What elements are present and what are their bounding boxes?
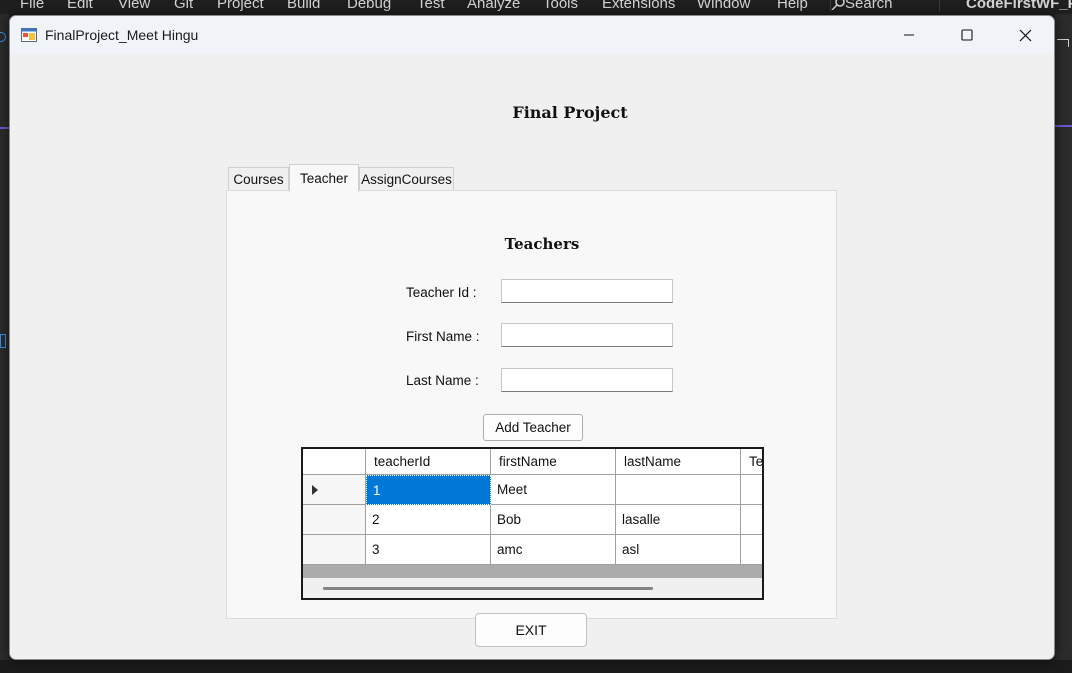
grid-cell-teacherid[interactable]: 2 <box>366 505 491 535</box>
grid-cell-firstname[interactable]: Bob <box>491 505 616 535</box>
form-title: Final Project <box>512 103 628 122</box>
close-icon <box>1019 29 1031 41</box>
ide-menu-view[interactable]: View <box>118 0 150 13</box>
last-name-label: Last Name : <box>406 373 479 388</box>
grid-cell-teacherid[interactable]: 1 <box>366 475 491 505</box>
teacher-id-input[interactable] <box>501 279 673 303</box>
ide-back-icon <box>0 32 6 42</box>
ide-menu-analyze[interactable]: Analyze <box>467 0 520 13</box>
grid-cell-lastname[interactable]: lasalle <box>616 505 741 535</box>
grid-cell-extra[interactable] <box>741 505 762 535</box>
grid-cell-extra[interactable] <box>741 535 762 565</box>
grid-cell-firstname[interactable]: amc <box>491 535 616 565</box>
window-title: FinalProject_Meet Hingu <box>45 27 199 43</box>
app-window: FinalProject_Meet Hingu Final Project Co… <box>9 15 1055 660</box>
ide-chevron-icon <box>1057 39 1069 47</box>
ide-status-bar <box>0 660 1072 673</box>
ide-menu-build[interactable]: Build <box>287 0 320 13</box>
add-teacher-button[interactable]: Add Teacher <box>483 414 583 441</box>
row-header-2[interactable] <box>303 505 366 535</box>
teacher-id-label: Teacher Id : <box>406 285 477 300</box>
ide-menu-tools[interactable]: Tools <box>543 0 578 13</box>
app-icon <box>21 28 37 42</box>
form-client-area: Final Project Courses Teacher AssignCour… <box>10 54 1054 659</box>
grid-corner-header[interactable] <box>303 449 366 475</box>
minimize-icon <box>904 34 914 36</box>
ide-menu-file[interactable]: File <box>20 0 44 13</box>
grid-cell-teacherid[interactable]: 3 <box>366 535 491 565</box>
ide-solution-name: CodeFirstWF_Pr <box>966 0 1072 12</box>
ide-menu-bar: File Edit View Git Project Build Debug T… <box>0 0 1072 14</box>
title-bar[interactable]: FinalProject_Meet Hingu <box>10 16 1054 54</box>
scrollbar-thumb[interactable] <box>323 587 653 590</box>
tab-assigncourses[interactable]: AssignCourses <box>359 167 454 191</box>
grid-cell-lastname[interactable] <box>616 475 741 505</box>
grid-cell-extra[interactable] <box>741 475 762 505</box>
maximize-button[interactable] <box>938 16 996 54</box>
row-pointer-icon <box>312 484 318 495</box>
row-header-3[interactable] <box>303 535 366 565</box>
ide-menu-git[interactable]: Git <box>174 0 193 13</box>
ide-accent-line-right <box>1055 125 1072 127</box>
ide-accent-line <box>0 127 9 129</box>
grid-cell-firstname[interactable]: Meet <box>491 475 616 505</box>
teacher-tab-panel: Teachers Teacher Id : First Name : Last … <box>226 190 837 619</box>
minimize-button[interactable] <box>880 16 938 54</box>
ide-menu-window[interactable]: Window <box>697 0 750 13</box>
column-header-teacherid[interactable]: teacherId <box>366 449 491 475</box>
close-button[interactable] <box>996 16 1054 54</box>
ide-menu-debug[interactable]: Debug <box>347 0 391 13</box>
ide-toolbox-icon <box>0 334 6 348</box>
column-header-firstname[interactable]: firstName <box>491 449 616 475</box>
ide-menu-project[interactable]: Project <box>217 0 264 13</box>
teachers-heading: Teachers <box>504 235 580 253</box>
ide-left-panel <box>0 14 9 673</box>
ide-search-box[interactable]: Search <box>830 0 940 12</box>
column-header-truncated[interactable]: Te <box>741 449 762 475</box>
row-header-1[interactable] <box>303 475 366 505</box>
grid-horizontal-scrollbar[interactable] <box>303 578 762 598</box>
exit-button[interactable]: EXIT <box>475 613 587 647</box>
tab-teacher[interactable]: Teacher <box>289 164 359 192</box>
maximize-icon <box>961 29 973 41</box>
search-icon <box>831 0 845 10</box>
last-name-input[interactable] <box>501 368 673 392</box>
first-name-input[interactable] <box>501 323 673 347</box>
tab-courses[interactable]: Courses <box>228 167 289 191</box>
ide-menu-edit[interactable]: Edit <box>67 0 93 13</box>
ide-right-panel <box>1055 14 1072 673</box>
teacher-data-grid[interactable]: teacherId firstName lastName Te 1 Meet 2… <box>301 447 764 600</box>
ide-menu-help[interactable]: Help <box>777 0 808 13</box>
first-name-label: First Name : <box>406 329 480 344</box>
column-header-lastname[interactable]: lastName <box>616 449 741 475</box>
grid-cell-lastname[interactable]: asl <box>616 535 741 565</box>
ide-menu-test[interactable]: Test <box>417 0 445 13</box>
ide-menu-extensions[interactable]: Extensions <box>602 0 675 13</box>
ide-search-label: Search <box>845 0 893 12</box>
